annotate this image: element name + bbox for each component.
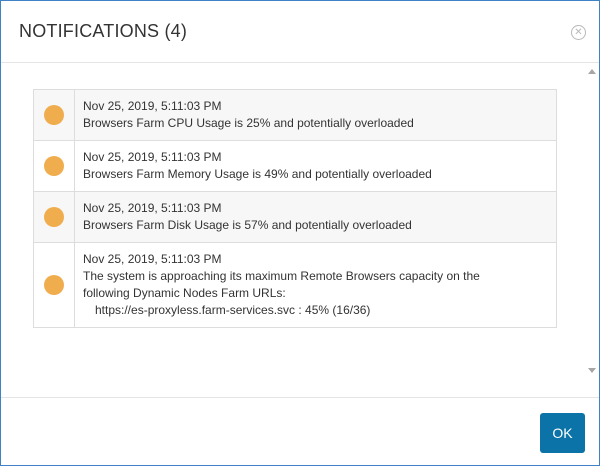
notification-text: Nov 25, 2019, 5:11:03 PM Browsers Farm D… — [75, 192, 556, 242]
notification-text: Nov 25, 2019, 5:11:03 PM Browsers Farm M… — [75, 141, 556, 191]
notification-row: Nov 25, 2019, 5:11:03 PM Browsers Farm D… — [34, 192, 556, 243]
warning-dot-icon — [44, 275, 64, 295]
status-cell — [34, 90, 75, 140]
dialog-footer: OK — [1, 397, 599, 465]
notification-timestamp: Nov 25, 2019, 5:11:03 PM — [83, 252, 222, 266]
warning-dot-icon — [44, 156, 64, 176]
notification-timestamp: Nov 25, 2019, 5:11:03 PM — [83, 150, 222, 164]
notification-row: Nov 25, 2019, 5:11:03 PM Browsers Farm M… — [34, 141, 556, 192]
notification-list: Nov 25, 2019, 5:11:03 PM Browsers Farm C… — [33, 89, 557, 328]
notification-row: Nov 25, 2019, 5:11:03 PM Browsers Farm C… — [34, 90, 556, 141]
notification-text: Nov 25, 2019, 5:11:03 PM The system is a… — [75, 243, 556, 327]
notification-text: Nov 25, 2019, 5:11:03 PM Browsers Farm C… — [75, 90, 556, 140]
close-icon[interactable]: ✕ — [571, 25, 586, 40]
vertical-scrollbar[interactable] — [585, 63, 599, 383]
status-cell — [34, 243, 75, 327]
dialog-title: NOTIFICATIONS (4) — [19, 21, 188, 41]
notification-timestamp: Nov 25, 2019, 5:11:03 PM — [83, 99, 222, 113]
scroll-down-arrow-icon[interactable] — [588, 368, 596, 373]
notification-timestamp: Nov 25, 2019, 5:11:03 PM — [83, 201, 222, 215]
dialog-header: NOTIFICATIONS (4) ✕ — [1, 1, 599, 63]
ok-button[interactable]: OK — [540, 413, 585, 453]
scroll-up-arrow-icon[interactable] — [588, 69, 596, 74]
warning-dot-icon — [44, 207, 64, 227]
notification-row: Nov 25, 2019, 5:11:03 PM The system is a… — [34, 243, 556, 328]
notification-message-line: The system is approaching its maximum Re… — [83, 269, 480, 283]
notification-message: Browsers Farm Disk Usage is 57% and pote… — [83, 218, 412, 232]
notification-message: Browsers Farm CPU Usage is 25% and poten… — [83, 116, 414, 130]
status-cell — [34, 192, 75, 242]
status-cell — [34, 141, 75, 191]
farm-url-entry: https://es-proxyless.farm-services.svc :… — [95, 303, 371, 317]
notification-message: Browsers Farm Memory Usage is 49% and po… — [83, 167, 432, 181]
notifications-dialog: NOTIFICATIONS (4) ✕ Nov 25, 2019, 5:11:0… — [0, 0, 600, 466]
notification-message-line: following Dynamic Nodes Farm URLs: — [83, 286, 286, 300]
warning-dot-icon — [44, 105, 64, 125]
